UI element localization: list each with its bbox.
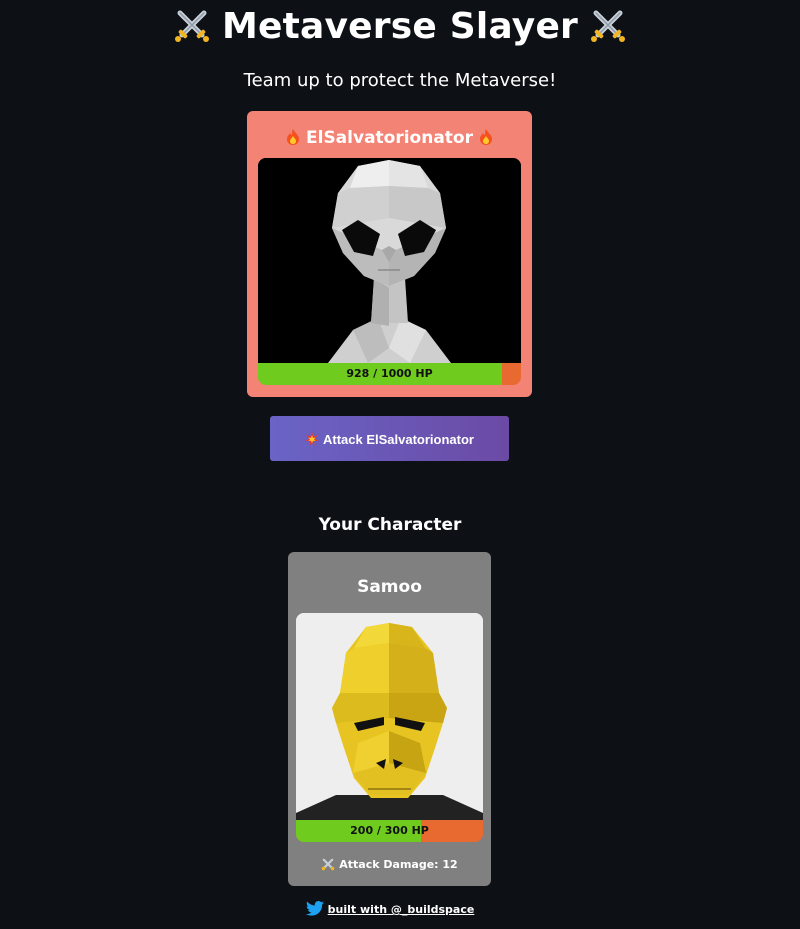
player-hp-text: 200 / 300 HP: [350, 824, 429, 837]
attack-damage: Attack Damage: 12: [288, 857, 491, 873]
twitter-bird-icon: [305, 901, 324, 916]
boss-hp-text: 928 / 1000 HP: [346, 367, 433, 380]
boss-health-bar: 928 / 1000 HP: [258, 363, 521, 385]
section-title: Your Character: [318, 515, 462, 535]
crossed-swords-icon: [321, 857, 335, 871]
player-card: Samoo 200 / 300 HP Attack Damage: 12: [288, 552, 491, 886]
subtitle: Team up to protect the Metaverse!: [243, 70, 557, 91]
boss-card: ElSalvatorionator 928 / 1000 HP: [247, 111, 532, 397]
page-title: Metaverse Slayer: [0, 4, 800, 50]
fire-icon: [479, 128, 493, 146]
attack-damage-text: Attack Damage: 12: [339, 858, 458, 871]
attack-button-label: Attack ElSalvatorionator: [323, 432, 474, 447]
page: Metaverse Slayer Team up to protect the …: [0, 0, 800, 929]
player-health-bar: 200 / 300 HP: [296, 820, 483, 842]
player-name: Samoo: [357, 577, 422, 597]
boss-name: ElSalvatorionator: [247, 127, 532, 149]
attack-boss-button[interactable]: Attack ElSalvatorionator: [270, 416, 509, 461]
crossed-swords-icon: [172, 5, 212, 45]
boss-image: [258, 158, 521, 363]
crossed-swords-icon: [588, 5, 628, 45]
boss-name-text: ElSalvatorionator: [306, 128, 473, 148]
buildspace-link[interactable]: built with @_buildspace: [328, 903, 475, 916]
footer: built with @_buildspace: [0, 901, 780, 919]
player-image: [296, 613, 483, 820]
collision-icon: [305, 419, 319, 446]
title-text: Metaverse Slayer: [221, 6, 579, 47]
fire-icon: [286, 128, 300, 146]
